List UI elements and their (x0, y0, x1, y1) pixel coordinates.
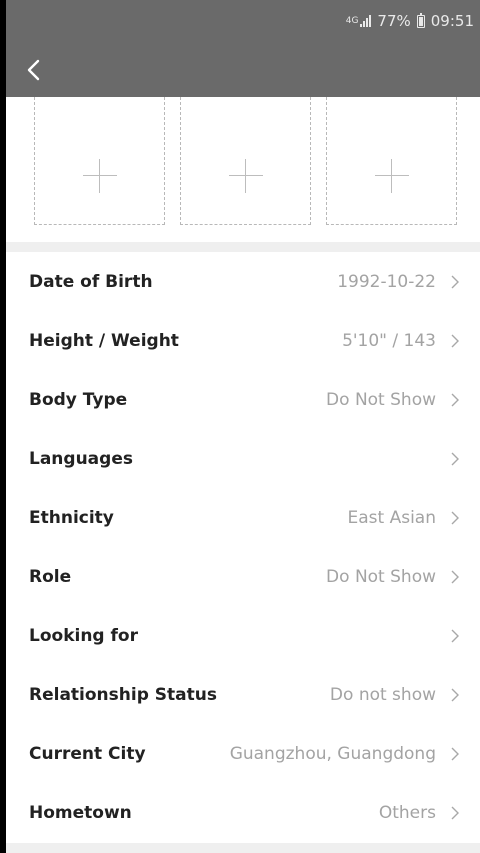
field-label: Current City (29, 743, 146, 764)
chevron-right-icon (451, 688, 459, 701)
chevron-right-icon (451, 275, 459, 288)
chevron-right-icon (451, 629, 459, 642)
field-label: Height / Weight (29, 330, 179, 351)
add-photo-slot-3[interactable] (326, 97, 457, 225)
add-photo-slot-1[interactable] (34, 97, 165, 225)
field-label: Hometown (29, 802, 132, 823)
add-photo-slot-2[interactable] (180, 97, 311, 225)
field-label: Looking for (29, 625, 138, 646)
field-row-role[interactable]: Role Do Not Show (0, 547, 480, 606)
chevron-right-icon (451, 806, 459, 819)
field-label: Relationship Status (29, 684, 217, 705)
header-bar: 4G 77% 09:51 (0, 0, 480, 97)
field-label: Languages (29, 448, 133, 469)
chevron-right-icon (451, 452, 459, 465)
signal-icon (360, 15, 372, 27)
section-divider (0, 242, 480, 252)
field-row-looking-for[interactable]: Looking for (0, 606, 480, 665)
field-row-current-city[interactable]: Current City Guangzhou, Guangdong (0, 724, 480, 783)
field-value: 1992-10-22 (337, 271, 436, 292)
field-value: 5'10" / 143 (342, 330, 436, 351)
plus-icon (374, 159, 409, 193)
network-type: 4G (345, 15, 359, 26)
field-row-date-of-birth[interactable]: Date of Birth 1992-10-22 (0, 252, 480, 311)
field-value: East Asian (347, 507, 437, 528)
field-row-height-weight[interactable]: Height / Weight 5'10" / 143 (0, 311, 480, 370)
chevron-left-icon (27, 59, 40, 81)
field-label: Date of Birth (29, 271, 153, 292)
chevron-right-icon (451, 393, 459, 406)
bottom-divider (0, 843, 480, 853)
battery-percent: 77% (377, 12, 411, 30)
chevron-right-icon (451, 747, 459, 760)
field-value: Do not show (329, 684, 436, 705)
status-bar: 4G 77% 09:51 (346, 12, 474, 30)
field-row-relationship-status[interactable]: Relationship Status Do not show (0, 665, 480, 724)
chevron-right-icon (451, 334, 459, 347)
clock-time: 09:51 (430, 12, 474, 30)
photo-slots (0, 97, 480, 242)
field-value: Do Not Show (326, 389, 436, 410)
battery-icon (416, 12, 425, 28)
field-row-hometown[interactable]: Hometown Others (0, 783, 480, 842)
field-value: Guangzhou, Guangdong (229, 743, 436, 764)
profile-field-list: Date of Birth 1992-10-22 Height / Weight… (0, 252, 480, 842)
chevron-right-icon (451, 511, 459, 524)
screen-edge (0, 0, 6, 853)
field-label: Role (29, 566, 72, 587)
field-row-languages[interactable]: Languages (0, 429, 480, 488)
chevron-right-icon (451, 570, 459, 583)
network-indicator: 4G (346, 15, 372, 27)
field-row-body-type[interactable]: Body Type Do Not Show (0, 370, 480, 429)
field-label: Body Type (29, 389, 128, 410)
field-value: Do Not Show (326, 566, 436, 587)
plus-icon (228, 159, 263, 193)
field-value: Others (378, 802, 436, 823)
field-row-ethnicity[interactable]: Ethnicity East Asian (0, 488, 480, 547)
back-button[interactable] (22, 55, 48, 85)
profile-edit-screen: 4G 77% 09:51 Date of Birth 1992-10-22 He… (0, 0, 480, 853)
field-label: Ethnicity (29, 507, 114, 528)
plus-icon (82, 159, 117, 193)
